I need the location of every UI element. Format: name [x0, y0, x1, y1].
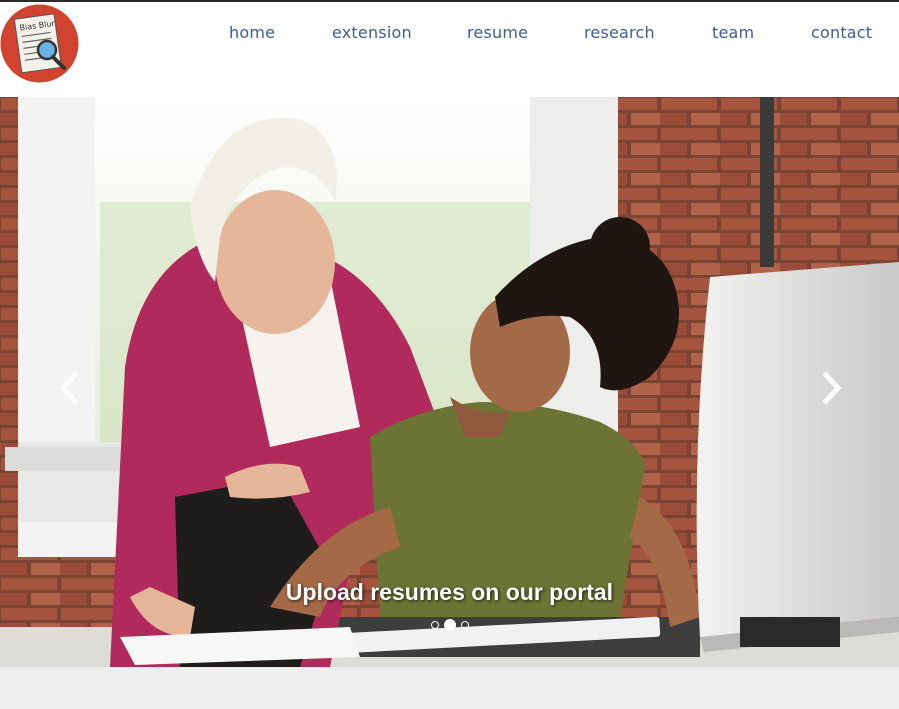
hero-carousel: Upload resumes on our portal [0, 97, 899, 667]
chevron-left-icon [59, 371, 79, 405]
content-band [0, 667, 899, 709]
nav-home[interactable]: home [229, 22, 275, 44]
nav-extension[interactable]: extension [332, 22, 412, 44]
carousel-indicators [429, 619, 473, 633]
nav-research[interactable]: research [584, 22, 655, 44]
carousel-prev-button[interactable] [55, 367, 85, 409]
carousel-indicator-1[interactable] [431, 621, 439, 629]
carousel-next-button[interactable] [816, 367, 846, 409]
site-header: Bias Blur home extension resume research… [0, 2, 899, 97]
chevron-right-icon [822, 371, 842, 405]
nav-contact[interactable]: contact [811, 22, 872, 44]
nav-resume[interactable]: resume [467, 22, 528, 44]
carousel-caption: Upload resumes on our portal [285, 579, 614, 605]
page: Bias Blur home extension resume research… [0, 0, 899, 709]
main-nav: home extension resume research team cont… [0, 22, 899, 46]
carousel-indicator-3[interactable] [461, 621, 469, 629]
nav-team[interactable]: team [712, 22, 754, 44]
carousel-indicator-2[interactable] [444, 619, 456, 631]
